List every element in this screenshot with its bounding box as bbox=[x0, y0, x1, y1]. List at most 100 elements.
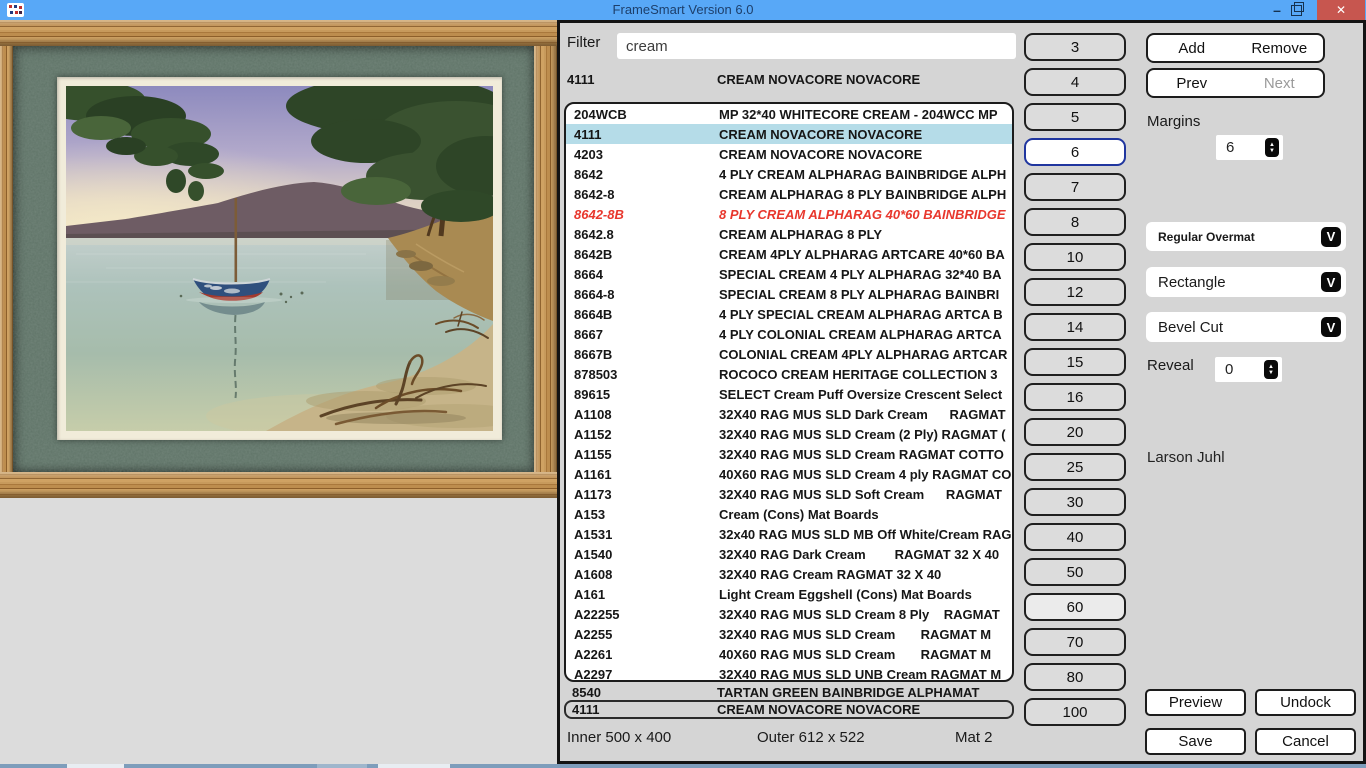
list-item-A1155[interactable]: A115532X40 RAG MUS SLD Cream RAGMAT COTT… bbox=[566, 444, 1012, 464]
mat2-code: 4111 bbox=[572, 702, 717, 717]
size-button-6[interactable]: 6 bbox=[1024, 138, 1126, 166]
list-item-8667[interactable]: 86674 PLY COLONIAL CREAM ALPHARAG ARTCA bbox=[566, 324, 1012, 344]
add-button[interactable]: Add bbox=[1148, 35, 1236, 61]
dropdown-arrow-icon[interactable]: V bbox=[1321, 227, 1341, 247]
list-item-A1531[interactable]: A153132x40 RAG MUS SLD MB Off White/Crea… bbox=[566, 524, 1012, 544]
restore-icon[interactable] bbox=[1283, 0, 1309, 20]
item-desc: SPECIAL CREAM 8 PLY ALPHARAG BAINBRI bbox=[719, 287, 1012, 302]
matboard-list[interactable]: 204WCBMP 32*40 WHITECORE CREAM - 204WCC … bbox=[564, 102, 1014, 682]
list-item-A1173[interactable]: A117332X40 RAG MUS SLD Soft Cream RAGMAT bbox=[566, 484, 1012, 504]
list-item-A2297[interactable]: A229732X40 RAG MUS SLD UNB Cream RAGMAT … bbox=[566, 664, 1012, 682]
frame-rail-bottom bbox=[0, 472, 558, 498]
cut-type-value: Bevel Cut bbox=[1146, 319, 1321, 336]
size-button-4[interactable]: 4 bbox=[1024, 68, 1126, 96]
reveal-label: Reveal bbox=[1147, 357, 1194, 374]
remove-button[interactable]: Remove bbox=[1236, 35, 1324, 61]
close-icon[interactable]: ✕ bbox=[1317, 0, 1365, 20]
item-code: 8642 bbox=[574, 167, 719, 182]
size-button-3[interactable]: 3 bbox=[1024, 33, 1126, 61]
item-code: 8642.8 bbox=[574, 227, 719, 242]
list-item-A161[interactable]: A161Light Cream Eggshell (Cons) Mat Boar… bbox=[566, 584, 1012, 604]
filter-input[interactable] bbox=[617, 33, 1016, 59]
list-item-8664-8[interactable]: 8664-8SPECIAL CREAM 8 PLY ALPHARAG BAINB… bbox=[566, 284, 1012, 304]
size-button-80[interactable]: 80 bbox=[1024, 663, 1126, 691]
item-code: 8642B bbox=[574, 247, 719, 262]
undock-button[interactable]: Undock bbox=[1255, 689, 1356, 716]
list-item-A1540[interactable]: A154032X40 RAG Dark Cream RAGMAT 32 X 40 bbox=[566, 544, 1012, 564]
taskbar-item[interactable] bbox=[378, 764, 450, 768]
taskbar-item[interactable] bbox=[317, 764, 367, 768]
size-button-25[interactable]: 25 bbox=[1024, 453, 1126, 481]
list-item-8642[interactable]: 86424 PLY CREAM ALPHARAG BAINBRIDGE ALPH bbox=[566, 164, 1012, 184]
size-button-15[interactable]: 15 bbox=[1024, 348, 1126, 376]
list-item-4111[interactable]: 4111CREAM NOVACORE NOVACORE bbox=[566, 124, 1012, 144]
save-button[interactable]: Save bbox=[1145, 728, 1246, 755]
list-item-A2255[interactable]: A225532X40 RAG MUS SLD Cream RAGMAT M bbox=[566, 624, 1012, 644]
spinner-down-icon[interactable]: ▼ bbox=[1268, 370, 1274, 376]
list-item-878503[interactable]: 878503ROCOCO CREAM HERITAGE COLLECTION 3 bbox=[566, 364, 1012, 384]
margins-stepper[interactable]: ▲ ▼ bbox=[1265, 138, 1279, 157]
reveal-value[interactable]: 0 bbox=[1215, 361, 1264, 378]
size-button-20[interactable]: 20 bbox=[1024, 418, 1126, 446]
size-button-12[interactable]: 12 bbox=[1024, 278, 1126, 306]
list-item-8642-8B[interactable]: 8642-8B8 PLY CREAM ALPHARAG 40*60 BAINBR… bbox=[566, 204, 1012, 224]
size-button-5[interactable]: 5 bbox=[1024, 103, 1126, 131]
list-item-8642-8[interactable]: 8642-8CREAM ALPHARAG 8 PLY BAINBRIDGE AL… bbox=[566, 184, 1012, 204]
mat-slot-1[interactable]: 8540 TARTAN GREEN BAINBRIDGE ALPHAMAT bbox=[564, 684, 1014, 700]
size-button-70[interactable]: 70 bbox=[1024, 628, 1126, 656]
taskbar-strip[interactable] bbox=[0, 764, 1366, 768]
reveal-stepper[interactable]: ▲ ▼ bbox=[1264, 360, 1278, 379]
list-item-89615[interactable]: 89615SELECT Cream Puff Oversize Crescent… bbox=[566, 384, 1012, 404]
item-code: 204WCB bbox=[574, 107, 719, 122]
list-item-A1108[interactable]: A110832X40 RAG MUS SLD Dark Cream RAGMAT bbox=[566, 404, 1012, 424]
list-item-A1161[interactable]: A116140X60 RAG MUS SLD Cream 4 ply RAGMA… bbox=[566, 464, 1012, 484]
list-item-A1608[interactable]: A160832X40 RAG Cream RAGMAT 32 X 40 bbox=[566, 564, 1012, 584]
list-item-8642.8[interactable]: 8642.8CREAM ALPHARAG 8 PLY bbox=[566, 224, 1012, 244]
painting-scene bbox=[66, 86, 493, 431]
inner-size-status: Inner 500 x 400 bbox=[567, 729, 671, 746]
next-button[interactable]: Next bbox=[1236, 70, 1324, 96]
list-item-8667B[interactable]: 8667BCOLONIAL CREAM 4PLY ALPHARAG ARTCAR bbox=[566, 344, 1012, 364]
item-code: A1531 bbox=[574, 527, 719, 542]
list-item-8664B[interactable]: 8664B4 PLY SPECIAL CREAM ALPHARAG ARTCA … bbox=[566, 304, 1012, 324]
size-button-10[interactable]: 10 bbox=[1024, 243, 1126, 271]
item-code: 4111 bbox=[574, 127, 719, 142]
dropdown-arrow-icon[interactable]: V bbox=[1321, 272, 1341, 292]
list-item-A153[interactable]: A153Cream (Cons) Mat Boards bbox=[566, 504, 1012, 524]
size-button-8[interactable]: 8 bbox=[1024, 208, 1126, 236]
list-item-8642B[interactable]: 8642BCREAM 4PLY ALPHARAG ARTCARE 40*60 B… bbox=[566, 244, 1012, 264]
size-button-16[interactable]: 16 bbox=[1024, 383, 1126, 411]
opening-shape-dropdown[interactable]: Rectangle V bbox=[1146, 267, 1346, 297]
item-desc: 4 PLY CREAM ALPHARAG BAINBRIDGE ALPH bbox=[719, 167, 1012, 182]
item-desc: CREAM NOVACORE NOVACORE bbox=[719, 127, 1012, 142]
taskbar-item[interactable] bbox=[67, 764, 124, 768]
mat2-desc: CREAM NOVACORE NOVACORE bbox=[717, 702, 1012, 717]
cut-type-dropdown[interactable]: Bevel Cut V bbox=[1146, 312, 1346, 342]
size-button-100[interactable]: 100 bbox=[1024, 698, 1126, 726]
spinner-down-icon[interactable]: ▼ bbox=[1269, 148, 1275, 154]
preview-button[interactable]: Preview bbox=[1145, 689, 1246, 716]
overmat-type-dropdown[interactable]: Regular Overmat V bbox=[1146, 222, 1346, 251]
mat-slot-2-selected[interactable]: 4111 CREAM NOVACORE NOVACORE bbox=[564, 700, 1014, 719]
size-button-50[interactable]: 50 bbox=[1024, 558, 1126, 586]
item-desc: 32X40 RAG MUS SLD Cream RAGMAT COTTO bbox=[719, 447, 1012, 462]
size-button-14[interactable]: 14 bbox=[1024, 313, 1126, 341]
dropdown-arrow-icon[interactable]: V bbox=[1321, 317, 1341, 337]
list-item-8664[interactable]: 8664SPECIAL CREAM 4 PLY ALPHARAG 32*40 B… bbox=[566, 264, 1012, 284]
margins-value[interactable]: 6 bbox=[1216, 139, 1265, 156]
size-button-7[interactable]: 7 bbox=[1024, 173, 1126, 201]
item-code: 878503 bbox=[574, 367, 719, 382]
list-item-A1152[interactable]: A115232X40 RAG MUS SLD Cream (2 Ply) RAG… bbox=[566, 424, 1012, 444]
list-item-4203[interactable]: 4203CREAM NOVACORE NOVACORE bbox=[566, 144, 1012, 164]
framed-artwork-preview[interactable] bbox=[0, 20, 558, 498]
size-button-60[interactable]: 60 bbox=[1024, 593, 1126, 621]
list-item-A22255[interactable]: A2225532X40 RAG MUS SLD Cream 8 Ply RAGM… bbox=[566, 604, 1012, 624]
size-button-30[interactable]: 30 bbox=[1024, 488, 1126, 516]
list-item-204WCB[interactable]: 204WCBMP 32*40 WHITECORE CREAM - 204WCC … bbox=[566, 104, 1012, 124]
size-button-40[interactable]: 40 bbox=[1024, 523, 1126, 551]
list-item-A2261[interactable]: A226140X60 RAG MUS SLD Cream RAGMAT M bbox=[566, 644, 1012, 664]
cancel-button[interactable]: Cancel bbox=[1255, 728, 1356, 755]
item-desc: 4 PLY COLONIAL CREAM ALPHARAG ARTCA bbox=[719, 327, 1012, 342]
item-desc: CREAM 4PLY ALPHARAG ARTCARE 40*60 BA bbox=[719, 247, 1012, 262]
prev-button[interactable]: Prev bbox=[1148, 70, 1236, 96]
